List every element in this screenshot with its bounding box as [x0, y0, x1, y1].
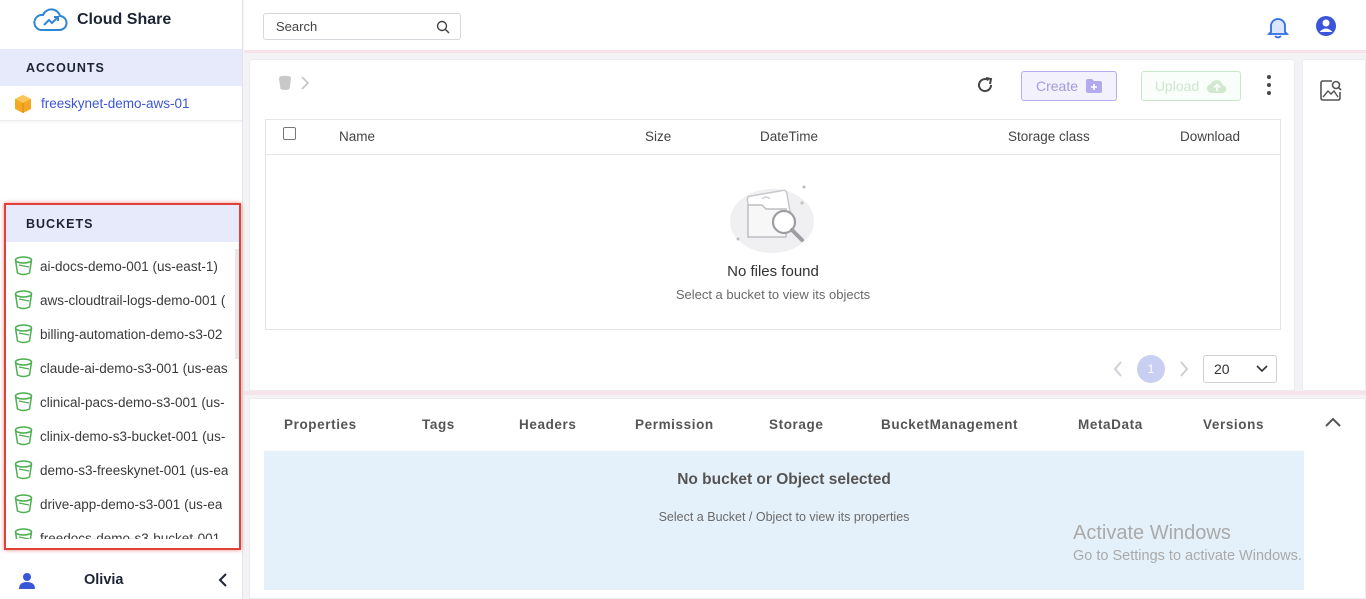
upload-button-label: Upload: [1154, 78, 1200, 94]
details-panel: Properties Tags Headers Permission Stora…: [249, 398, 1366, 599]
objects-table: Name Size DateTime Storage class Downloa…: [265, 119, 1281, 330]
no-selection-title: No bucket or Object selected: [677, 471, 891, 488]
column-header-download[interactable]: Download: [1180, 129, 1240, 144]
activate-windows-watermark: Activate Windows Go to Settings to activ…: [1073, 522, 1302, 564]
bucket-label: clinical-pacs-demo-s3-001 (us-: [40, 394, 225, 410]
bucket-item[interactable]: aws-cloudtrail-logs-demo-001 (: [6, 283, 235, 317]
bucket-label: billing-automation-demo-s3-02: [40, 326, 223, 342]
panel-divider: [244, 391, 1366, 395]
preview-panel: [1302, 59, 1366, 391]
bucket-icon: [14, 494, 33, 514]
bucket-item[interactable]: freedocs-demo-s3-bucket-001: [6, 521, 235, 539]
page-size-select[interactable]: 20: [1203, 355, 1277, 383]
bucket-icon: [14, 392, 33, 412]
bucket-icon: [14, 324, 33, 344]
app-logo[interactable]: Cloud Share: [32, 6, 171, 34]
pagination: 1 20: [1113, 355, 1277, 383]
bucket-icon: [14, 460, 33, 480]
user-account-icon[interactable]: [1315, 15, 1337, 37]
create-button-label: Create: [1035, 78, 1079, 94]
bucket-icon: [14, 256, 33, 276]
tab-metadata[interactable]: MetaData: [1078, 417, 1143, 432]
search-icon[interactable]: [436, 20, 450, 34]
bucket-label: demo-s3-freeskynet-001 (us-ea: [40, 462, 229, 478]
bucket-item[interactable]: clinical-pacs-demo-s3-001 (us-: [6, 385, 235, 419]
next-page-chevron-icon[interactable]: [1179, 361, 1189, 377]
tab-properties[interactable]: Properties: [284, 417, 357, 432]
top-bar: [244, 0, 1366, 53]
empty-folder-search-illustration-icon: [730, 185, 814, 253]
table-header: Name Size DateTime Storage class Downloa…: [266, 120, 1280, 155]
column-header-name[interactable]: Name: [339, 129, 375, 144]
cloud-share-logo-icon: [33, 8, 68, 31]
add-folder-icon: [1086, 79, 1103, 93]
bucket-label: drive-app-demo-s3-001 (us-ea: [40, 496, 223, 512]
bucket-icon: [14, 426, 33, 446]
tab-bucket-management[interactable]: BucketManagement: [881, 417, 1018, 432]
watermark-line-1: Activate Windows: [1073, 522, 1231, 544]
user-avatar-icon: [19, 572, 35, 589]
bucket-item[interactable]: billing-automation-demo-s3-02: [6, 317, 235, 351]
bucket-icon: [14, 358, 33, 378]
current-page-button[interactable]: 1: [1137, 355, 1165, 383]
bucket-item[interactable]: demo-s3-freeskynet-001 (us-ea: [6, 453, 235, 487]
page-size-value: 20: [1214, 361, 1230, 377]
app-title: Cloud Share: [77, 11, 172, 28]
bucket-item[interactable]: claude-ai-demo-s3-001 (us-eas: [6, 351, 235, 385]
bucket-icon: [14, 290, 33, 310]
breadcrumb: [277, 74, 309, 91]
cloud-upload-icon: [1207, 80, 1227, 93]
breadcrumb-chevron-right-icon: [301, 75, 309, 90]
account-item[interactable]: freeskynet-demo-aws-01: [0, 87, 242, 121]
buckets-section: BUCKETS ai-docs-demo-001 (us-east-1) aws…: [4, 203, 241, 550]
buckets-heading: BUCKETS: [6, 205, 239, 242]
search-box[interactable]: [263, 13, 461, 40]
image-search-icon[interactable]: [1320, 79, 1342, 101]
file-browser-panel: Create Upload Name Size DateTime Storage…: [249, 59, 1295, 391]
bucket-label: clinix-demo-s3-bucket-001 (us-: [40, 428, 226, 444]
bucket-icon: [14, 528, 33, 539]
upload-button[interactable]: Upload: [1141, 71, 1241, 101]
bucket-label: freedocs-demo-s3-bucket-001: [40, 530, 221, 540]
more-options-kebab-icon[interactable]: [1264, 75, 1274, 95]
account-label: freeskynet-demo-aws-01: [41, 96, 190, 111]
previous-page-chevron-icon[interactable]: [1113, 361, 1123, 377]
properties-content: No bucket or Object selected Select a Bu…: [264, 451, 1304, 590]
refresh-icon[interactable]: [975, 75, 995, 95]
bucket-label: claude-ai-demo-s3-001 (us-eas: [40, 360, 228, 376]
bucket-list: ai-docs-demo-001 (us-east-1) aws-cloudtr…: [6, 249, 235, 539]
bucket-item[interactable]: ai-docs-demo-001 (us-east-1): [6, 249, 235, 283]
chevron-down-icon: [1256, 365, 1268, 373]
collapse-sidebar-chevron-left-icon[interactable]: [218, 573, 228, 587]
user-name: Olivia: [84, 572, 124, 588]
create-folder-button[interactable]: Create: [1021, 71, 1117, 101]
column-header-storage-class[interactable]: Storage class: [1008, 129, 1090, 144]
bucket-label: ai-docs-demo-001 (us-east-1): [40, 258, 218, 274]
notification-bell-icon[interactable]: [1267, 15, 1289, 39]
accounts-heading: ACCOUNTS: [0, 49, 242, 86]
empty-state-title: No files found: [727, 263, 819, 280]
tab-headers[interactable]: Headers: [519, 417, 576, 432]
empty-state-subtitle: Select a bucket to view its objects: [675, 287, 871, 302]
select-all-checkbox[interactable]: [283, 127, 296, 140]
collapse-chevron-up-icon[interactable]: [1325, 417, 1341, 427]
tab-permission[interactable]: Permission: [635, 417, 714, 432]
tab-tags[interactable]: Tags: [422, 417, 455, 432]
bucket-item[interactable]: clinix-demo-s3-bucket-001 (us-: [6, 419, 235, 453]
bucket-list-scrollbar[interactable]: [235, 249, 239, 359]
bucket-label: aws-cloudtrail-logs-demo-001 (: [40, 292, 226, 308]
tab-storage[interactable]: Storage: [769, 417, 823, 432]
user-profile-row[interactable]: Olivia: [0, 563, 242, 597]
bucket-root-icon[interactable]: [277, 74, 293, 91]
search-input[interactable]: [276, 19, 416, 34]
details-tabs: Properties Tags Headers Permission Stora…: [250, 399, 1365, 449]
sidebar: Cloud Share ACCOUNTS freeskynet-demo-aws…: [0, 0, 243, 599]
bucket-item[interactable]: drive-app-demo-s3-001 (us-ea: [6, 487, 235, 521]
tab-versions[interactable]: Versions: [1203, 417, 1264, 432]
column-header-datetime[interactable]: DateTime: [760, 129, 818, 144]
watermark-line-2: Go to Settings to activate Windows.: [1073, 548, 1302, 564]
package-box-icon: [15, 94, 31, 113]
column-header-size[interactable]: Size: [645, 129, 671, 144]
